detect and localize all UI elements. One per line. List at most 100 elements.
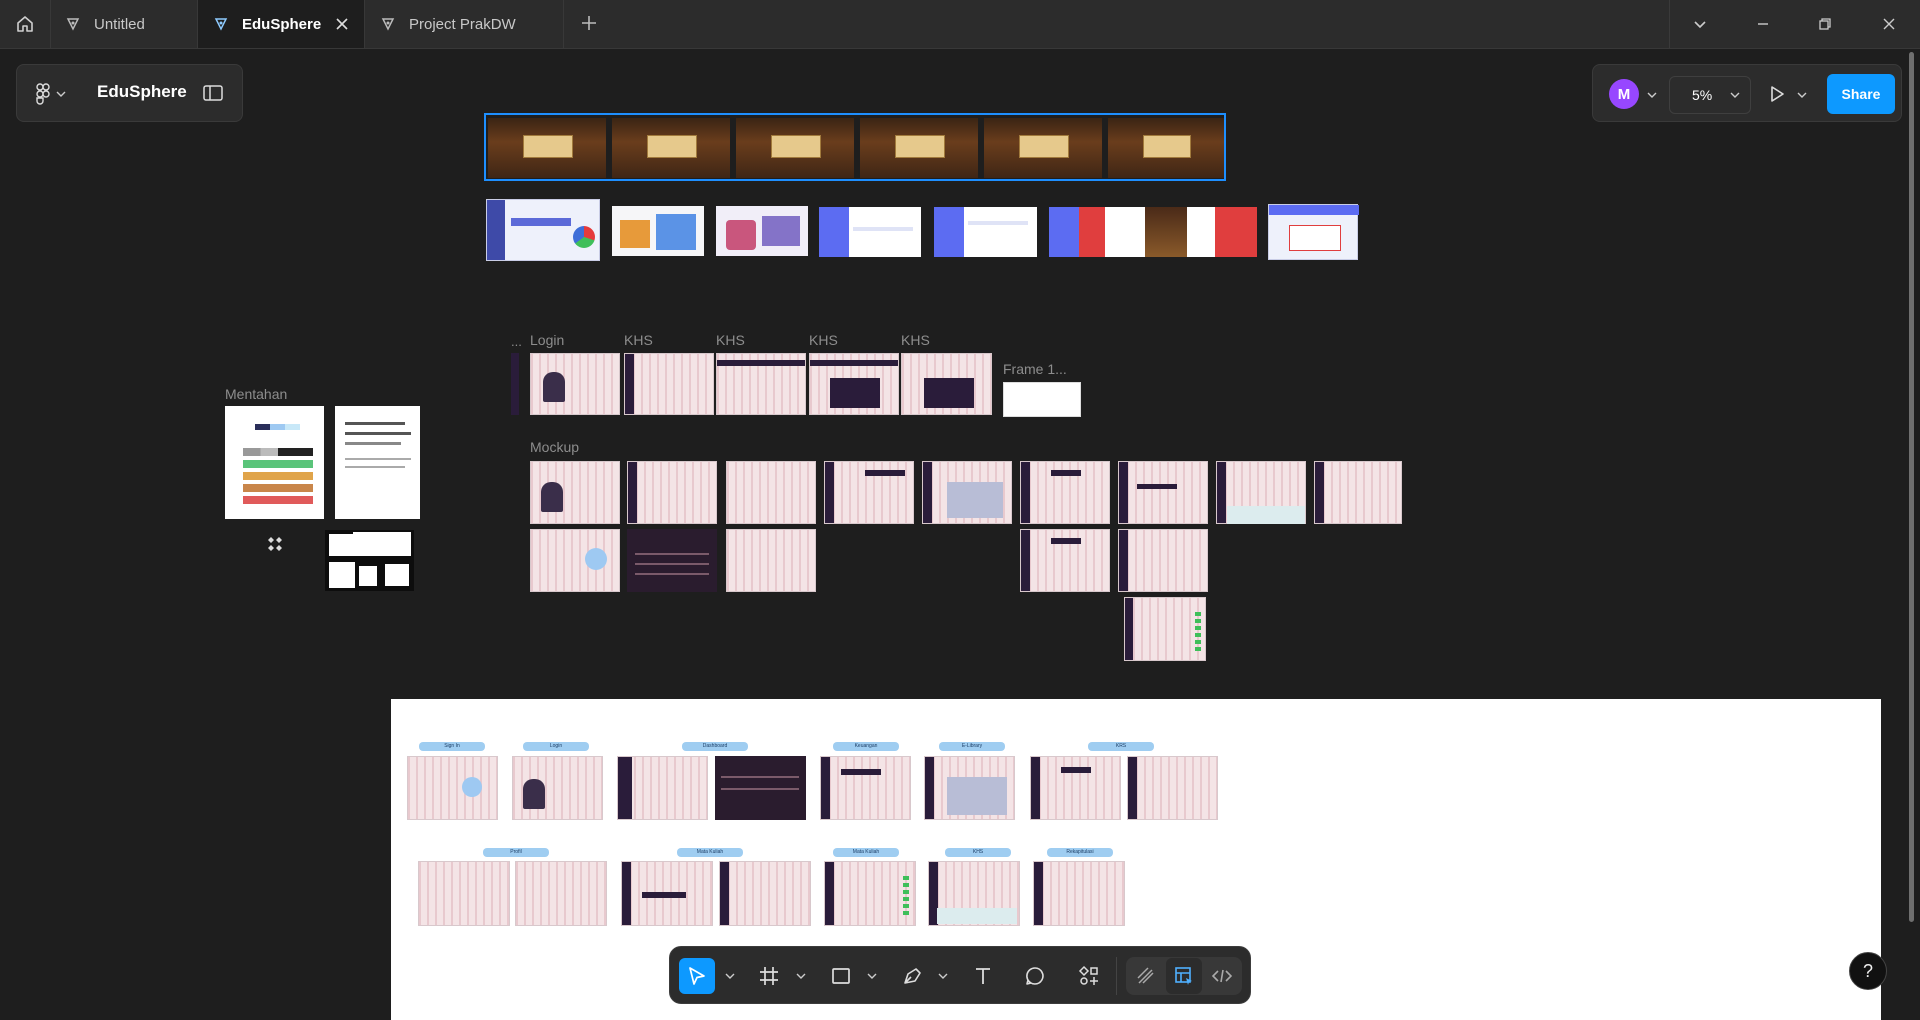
new-tab-plus-icon[interactable] [578, 12, 600, 34]
board-screen-dashboard-dark[interactable] [715, 756, 806, 820]
board-screen-elibrary[interactable] [924, 756, 1015, 820]
khs-frame[interactable] [901, 353, 992, 415]
bookshelf-thumbnail[interactable] [1145, 207, 1257, 257]
dashboard-thumbnail[interactable] [1268, 204, 1359, 260]
frame-1-frame[interactable] [1003, 382, 1081, 417]
board-screen-mata-kuliah[interactable] [719, 861, 811, 926]
tabs-dropdown-chevron-icon[interactable] [1687, 12, 1713, 36]
tab-project-prakdw[interactable]: Project PrakDW [365, 0, 564, 48]
main-menu-button[interactable] [35, 83, 67, 105]
mockup-frame[interactable] [824, 461, 914, 524]
section-tag-khs: KHS [945, 848, 1011, 857]
mockup-frame[interactable] [530, 529, 620, 592]
design-mode-button[interactable] [1166, 958, 1202, 994]
mockup-frame[interactable] [726, 461, 816, 524]
frame-tool-button[interactable] [751, 958, 787, 994]
color-palette-frame[interactable] [225, 406, 324, 519]
file-title[interactable]: EduSphere [97, 82, 187, 102]
header-panel: M 5% Share [1592, 64, 1902, 122]
mockup-frame[interactable] [1118, 461, 1208, 524]
board-screen-profil[interactable] [418, 861, 510, 926]
shape-tool-button[interactable] [823, 958, 859, 994]
home-button[interactable] [0, 0, 51, 48]
mockup-frame[interactable] [726, 529, 816, 592]
form-thumbnail[interactable] [1049, 207, 1151, 257]
mockup-frame[interactable] [922, 461, 1012, 524]
chevron-down-icon[interactable] [796, 972, 806, 980]
form-thumbnail[interactable] [819, 207, 921, 257]
library-thumbnail[interactable] [860, 118, 978, 178]
text-tool-button[interactable] [965, 958, 1001, 994]
chevron-down-icon[interactable] [725, 972, 735, 980]
board-screen-khs[interactable] [928, 861, 1020, 926]
chevron-down-icon[interactable] [1646, 90, 1658, 100]
section-tag-keuangan: Keuangan [833, 742, 899, 751]
section-tag-krs: KRS [1088, 742, 1154, 751]
minimize-icon[interactable] [1750, 12, 1776, 36]
board-screen-krs[interactable] [1127, 756, 1218, 820]
draw-mode-button[interactable] [1128, 958, 1164, 994]
illustration-thumbnail[interactable] [716, 206, 808, 256]
khs-frame[interactable] [809, 353, 899, 415]
chevron-down-icon[interactable] [1796, 90, 1808, 100]
vertical-scrollbar[interactable] [1909, 52, 1914, 922]
dashboard-thumbnail[interactable] [486, 199, 600, 261]
selected-frame-library-strip[interactable] [484, 113, 1226, 181]
board-screen-mata-kuliah[interactable] [824, 861, 916, 926]
board-screen-mata-kuliah[interactable] [621, 861, 713, 926]
mockup-frame[interactable] [1124, 597, 1206, 661]
home-icon [17, 16, 33, 32]
tab-untitled[interactable]: Untitled [50, 0, 198, 48]
mockup-frame[interactable] [1020, 461, 1110, 524]
board-screen-krs[interactable] [1030, 756, 1121, 820]
mockup-frame[interactable] [1118, 529, 1208, 592]
mockup-frame[interactable] [1020, 529, 1110, 592]
mode-switcher [1126, 957, 1242, 995]
board-screen-login[interactable] [512, 756, 603, 820]
khs-frame[interactable] [624, 353, 714, 415]
chevron-down-icon[interactable] [867, 972, 877, 980]
toggle-sidebar-icon[interactable] [202, 83, 224, 108]
dev-mode-button[interactable] [1204, 958, 1240, 994]
library-thumbnail[interactable] [736, 118, 854, 178]
library-thumbnail[interactable] [488, 118, 606, 178]
board-screen-sign-in[interactable] [407, 756, 498, 820]
components-icon[interactable] [267, 536, 283, 552]
tab-edusphere[interactable]: EduSphere [198, 0, 365, 48]
library-thumbnail[interactable] [612, 118, 730, 178]
sidebar-strip-frame[interactable] [511, 353, 519, 415]
board-screen-profil[interactable] [515, 861, 607, 926]
mockup-frame[interactable] [627, 529, 717, 592]
close-tab-icon[interactable] [334, 16, 350, 36]
mockup-frame[interactable] [1314, 461, 1402, 524]
avatar[interactable]: M [1609, 79, 1639, 109]
restore-icon[interactable] [1812, 12, 1838, 36]
chevron-down-icon[interactable] [938, 972, 948, 980]
login-frame[interactable] [530, 353, 620, 415]
board-screen-rekapitulasi[interactable] [1033, 861, 1125, 926]
actions-tool-button[interactable] [1071, 958, 1107, 994]
close-window-icon[interactable] [1876, 12, 1902, 36]
present-play-icon[interactable] [1767, 84, 1787, 104]
zoom-control[interactable]: 5% [1669, 76, 1751, 114]
assets-frame[interactable] [325, 530, 414, 591]
move-tool-button[interactable] [679, 958, 715, 994]
pen-tool-button[interactable] [894, 958, 930, 994]
apps-plus-icon [1078, 965, 1098, 985]
form-thumbnail[interactable] [934, 207, 1037, 257]
khs-frame[interactable] [716, 353, 806, 415]
frame-label-khs: KHS [901, 332, 930, 348]
share-button[interactable]: Share [1827, 74, 1895, 114]
board-screen-keuangan[interactable] [820, 756, 911, 820]
illustration-thumbnail[interactable] [612, 206, 704, 256]
board-screen-dashboard[interactable] [617, 756, 708, 820]
help-button[interactable]: ? [1849, 952, 1887, 990]
typography-frame[interactable] [335, 406, 420, 519]
design-mode-icon [1175, 967, 1192, 985]
comment-tool-button[interactable] [1017, 958, 1053, 994]
library-thumbnail[interactable] [984, 118, 1102, 178]
mockup-frame[interactable] [627, 461, 717, 524]
library-thumbnail[interactable] [1108, 118, 1224, 178]
mockup-frame[interactable] [530, 461, 620, 524]
mockup-frame[interactable] [1216, 461, 1306, 524]
